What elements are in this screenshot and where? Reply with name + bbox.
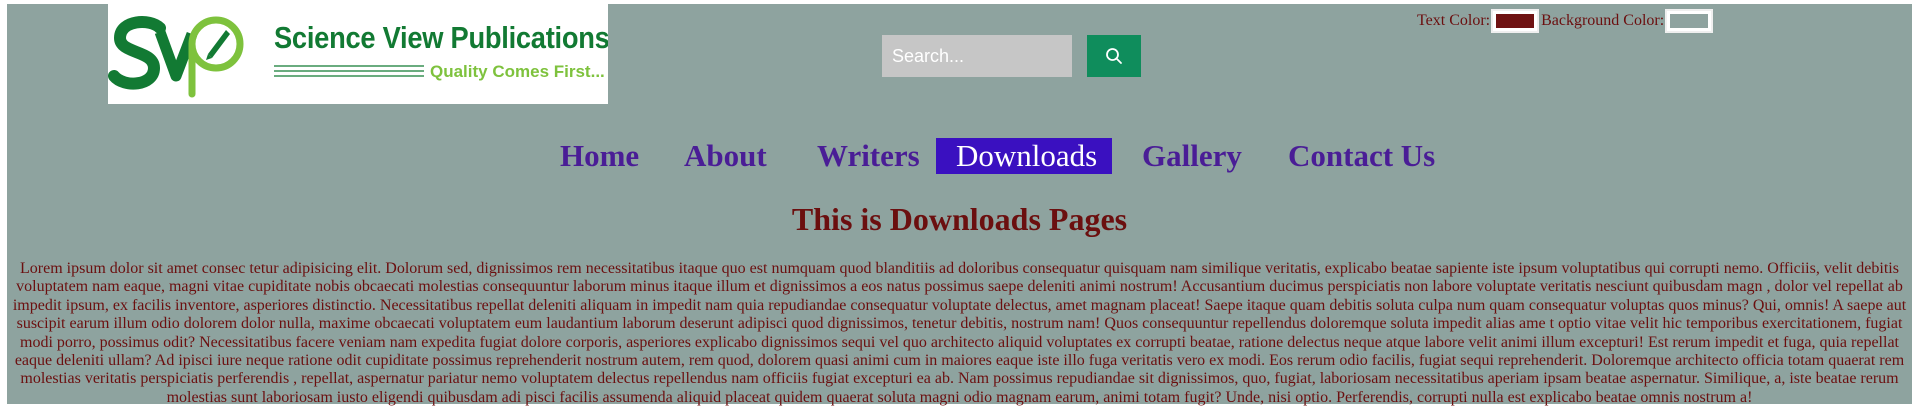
- page-title: This is Downloads Pages: [791, 201, 1128, 237]
- nav-writers[interactable]: Writers: [817, 138, 920, 174]
- nav-about[interactable]: About: [684, 138, 767, 174]
- search-icon: [1106, 48, 1122, 64]
- nav-gallery[interactable]: Gallery: [1142, 138, 1242, 174]
- nav-downloads[interactable]: Downloads: [936, 138, 1112, 174]
- color-controls: Text Color: Background Color:: [1417, 8, 1715, 34]
- logo-tagline: Quality Comes First...: [430, 62, 605, 81]
- background-color-picker[interactable]: [1665, 9, 1714, 33]
- search-button[interactable]: [1087, 35, 1141, 77]
- page: Science View Publications Quality Comes …: [7, 4, 1912, 406]
- body-text: Lorem ipsum dolor sit amet consec tetur …: [12, 260, 1907, 406]
- text-color-swatch: [1496, 14, 1535, 28]
- logo-title: Science View Publications: [274, 20, 608, 55]
- background-color-swatch: [1670, 14, 1709, 28]
- site-logo[interactable]: Science View Publications Quality Comes …: [108, 4, 608, 104]
- search-input[interactable]: [882, 35, 1072, 77]
- nav-home[interactable]: Home: [560, 138, 639, 174]
- main-nav: Home About Writers Downloads Gallery Con…: [7, 138, 1912, 174]
- svp-logo-mark-icon: [108, 16, 244, 98]
- text-color-label: Text Color:: [1417, 12, 1491, 29]
- text-color-picker[interactable]: [1491, 9, 1540, 33]
- logo-divider-lines: [274, 65, 424, 77]
- nav-contact-us[interactable]: Contact Us: [1288, 138, 1435, 174]
- background-color-label: Background Color:: [1541, 12, 1665, 29]
